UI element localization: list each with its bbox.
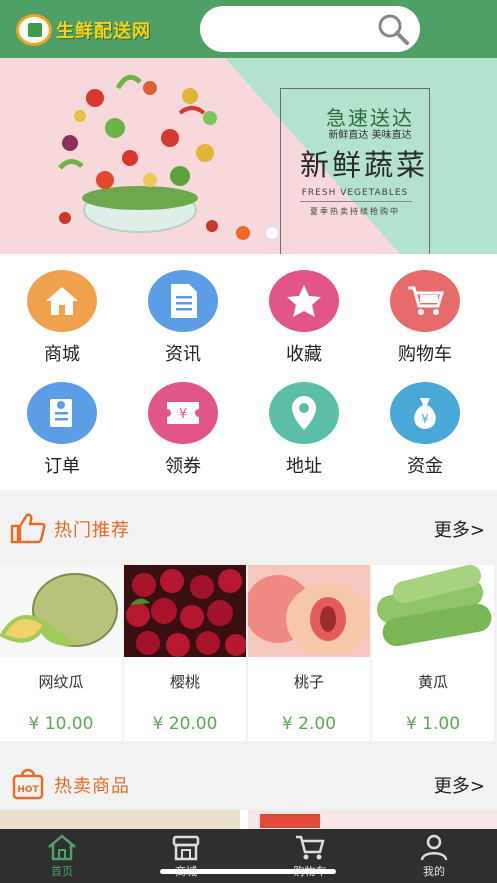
category-grid: 商城 资讯 收藏 购物车 订单 ¥ 领券 地址 ¥ 资金	[0, 254, 497, 490]
product-card[interactable]: 樱桃 ¥ 20.00	[124, 565, 246, 741]
category-label: 领券	[165, 456, 201, 477]
thumbs-up-icon	[10, 513, 46, 544]
category-label: 收藏	[286, 344, 322, 365]
category-shop[interactable]: 商城	[0, 254, 124, 365]
cart-icon	[390, 270, 460, 332]
home-tab-icon	[48, 834, 76, 861]
category-label: 资讯	[165, 344, 201, 365]
tab-label: 首页	[51, 865, 73, 878]
product-image-cucumber	[372, 565, 494, 657]
bottom-tab-bar: 首页 商城 购物车 我的	[0, 829, 497, 883]
hot-recommend-header: 热门推荐 更多>	[0, 498, 497, 560]
category-favorites[interactable]: 收藏	[242, 254, 366, 365]
home-indicator	[160, 869, 336, 874]
logo-text: 生鲜配送网	[56, 21, 151, 42]
product-price: ¥ 2.00	[281, 714, 337, 734]
order-icon	[27, 382, 97, 444]
coupon-icon: ¥	[148, 382, 218, 444]
banner-dot-2[interactable]	[265, 226, 279, 240]
money-bag-icon: ¥	[390, 382, 460, 444]
app-screen: 生鲜配送网 急速送达 新鲜直达 美味直达 新鲜蔬菜 FRESH VEGETABL…	[0, 0, 497, 883]
category-cart[interactable]: 购物车	[363, 254, 487, 365]
cart-tab-icon	[296, 835, 325, 860]
location-icon	[269, 382, 339, 444]
product-name: 黄瓜	[417, 673, 448, 691]
category-funds[interactable]: ¥ 资金	[363, 366, 487, 477]
category-coupons[interactable]: ¥ 领券	[121, 366, 245, 477]
product-name: 樱桃	[169, 673, 200, 691]
more-link[interactable]: 更多>	[434, 772, 485, 798]
product-price: ¥ 20.00	[152, 714, 218, 734]
top-header: 生鲜配送网	[0, 0, 497, 58]
tab-home[interactable]: 首页	[0, 829, 124, 883]
product-image-cherry	[124, 565, 246, 657]
hot-recommend-list: 网纹瓜 ¥ 10.00 樱桃 ¥ 20.00 桃子 ¥ 2.00 黄瓜 ¥ 1.…	[0, 565, 497, 741]
promo-banner[interactable]: 急速送达 新鲜直达 美味直达 新鲜蔬菜 FRESH VEGETABLES 夏季热…	[0, 58, 497, 254]
svg-text:HOT: HOT	[17, 785, 39, 795]
product-name: 桃子	[293, 673, 324, 691]
product-price: ¥ 1.00	[405, 714, 461, 734]
document-icon	[148, 270, 218, 332]
profile-tab-icon	[420, 834, 448, 861]
tab-label: 我的	[423, 865, 445, 878]
app-logo[interactable]: 生鲜配送网	[16, 14, 151, 46]
product-price: ¥ 10.00	[28, 714, 94, 734]
tab-profile[interactable]: 我的	[372, 829, 496, 883]
category-label: 商城	[44, 344, 80, 365]
banner-tagline: 夏季热卖持续抢购中	[310, 207, 400, 216]
banner-english: FRESH VEGETABLES	[301, 188, 409, 198]
shop-tab-icon	[172, 835, 200, 861]
svg-text:¥: ¥	[179, 407, 187, 422]
product-card[interactable]: 网纹瓜 ¥ 10.00	[0, 565, 122, 741]
category-label: 购物车	[398, 344, 452, 365]
search-icon[interactable]	[376, 12, 410, 46]
product-image-melon	[0, 565, 122, 657]
hot-sale-header: HOT 热卖商品 更多>	[0, 754, 497, 810]
banner-dot-1[interactable]	[236, 226, 250, 240]
banner-subline: 新鲜直达 美味直达	[328, 130, 412, 141]
product-card[interactable]: 黄瓜 ¥ 1.00	[372, 565, 494, 741]
star-icon	[269, 270, 339, 332]
tab-shop[interactable]: 商城	[124, 829, 248, 883]
category-address[interactable]: 地址	[242, 366, 366, 477]
product-name: 网纹瓜	[38, 673, 84, 691]
tab-cart[interactable]: 购物车	[248, 829, 372, 883]
section-title: 热门推荐	[54, 520, 130, 541]
hot-bag-icon: HOT	[12, 768, 44, 800]
product-card[interactable]: 桃子 ¥ 2.00	[248, 565, 370, 741]
hot-sale-list	[0, 810, 497, 830]
svg-text:¥: ¥	[421, 412, 429, 426]
more-link[interactable]: 更多>	[434, 516, 485, 542]
logo-icon	[16, 14, 52, 46]
category-label: 地址	[286, 456, 322, 477]
category-label: 订单	[44, 456, 80, 477]
banner-divider	[300, 201, 412, 202]
product-image-peach	[248, 565, 370, 657]
category-orders[interactable]: 订单	[0, 366, 124, 477]
home-icon	[27, 270, 97, 332]
section-title: 热卖商品	[54, 776, 130, 797]
category-news[interactable]: 资讯	[121, 254, 245, 365]
category-label: 资金	[407, 456, 443, 477]
banner-title: 新鲜蔬菜	[299, 148, 428, 182]
